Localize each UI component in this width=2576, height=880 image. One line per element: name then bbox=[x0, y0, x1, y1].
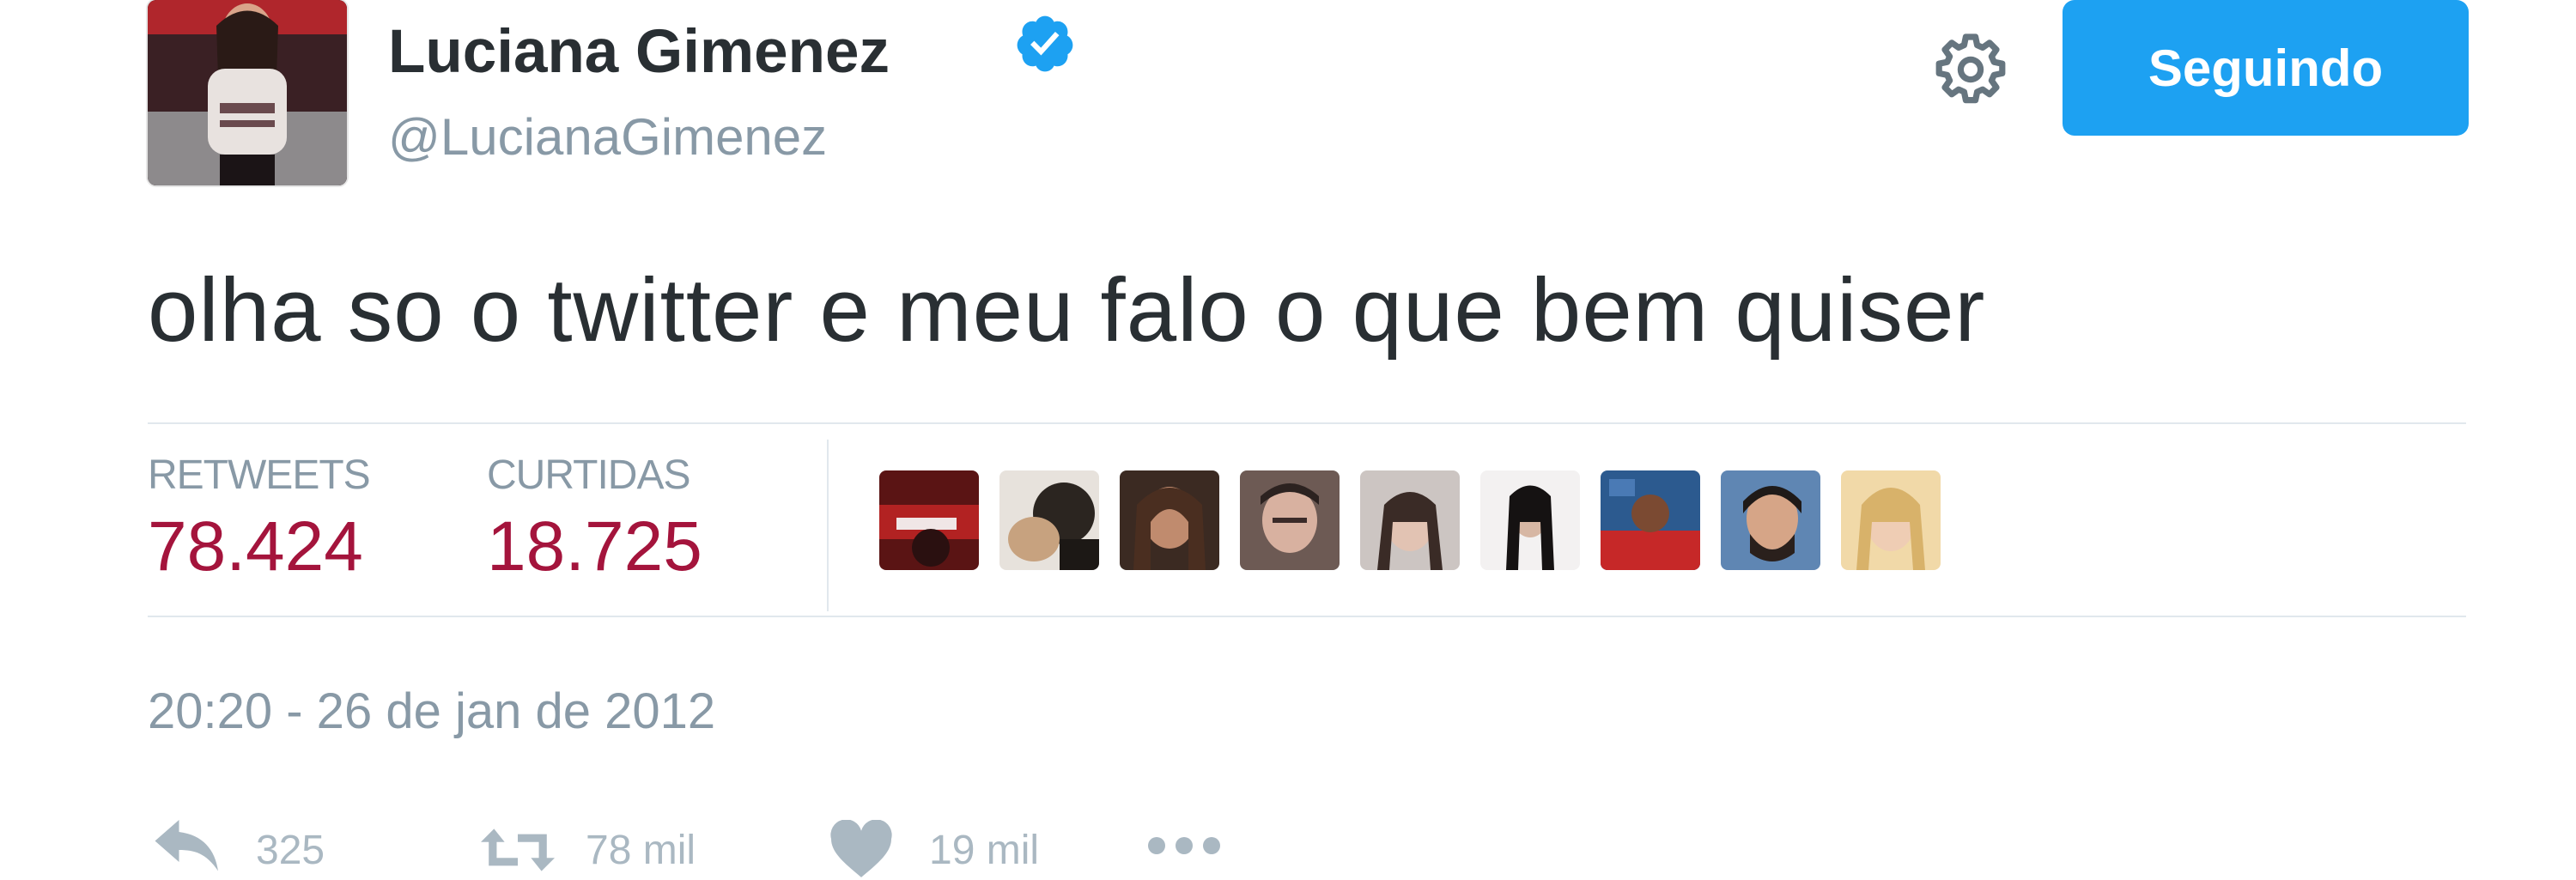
reply-action[interactable]: 325 bbox=[151, 820, 325, 880]
avatar-image bbox=[148, 0, 347, 185]
retweets-label[interactable]: RETWEETS bbox=[148, 452, 371, 499]
divider-top bbox=[148, 422, 2466, 424]
profile-avatar[interactable] bbox=[148, 0, 347, 185]
liker-avatar-7[interactable] bbox=[1601, 470, 1700, 570]
reply-count: 325 bbox=[256, 827, 325, 873]
divider-bottom bbox=[148, 616, 2466, 617]
user-handle[interactable]: @LucianaGimenez bbox=[388, 107, 827, 167]
tweet-timestamp[interactable]: 20:20 - 26 de jan de 2012 bbox=[148, 683, 715, 740]
liker-avatar-3[interactable] bbox=[1120, 470, 1219, 570]
liker-avatar-6[interactable] bbox=[1480, 470, 1580, 570]
liker-avatar-8[interactable] bbox=[1721, 470, 1820, 570]
more-dot bbox=[1176, 837, 1193, 854]
stats-divider bbox=[827, 440, 829, 611]
likes-label[interactable]: CURTIDAS bbox=[487, 452, 690, 499]
liker-avatar-5[interactable] bbox=[1360, 470, 1460, 570]
liker-avatar-9[interactable] bbox=[1841, 470, 1941, 570]
more-dot bbox=[1203, 837, 1220, 854]
more-dot bbox=[1148, 837, 1165, 854]
likes-count[interactable]: 18.725 bbox=[487, 507, 702, 587]
liker-avatar-1[interactable] bbox=[879, 470, 979, 570]
heart-icon bbox=[830, 820, 892, 877]
retweet-icon bbox=[481, 828, 555, 871]
gear-icon[interactable] bbox=[1929, 28, 2012, 111]
liker-avatars bbox=[879, 470, 1941, 570]
liker-avatar-2[interactable] bbox=[999, 470, 1099, 570]
reply-icon bbox=[155, 820, 218, 871]
like-count: 19 mil bbox=[929, 827, 1040, 873]
display-name[interactable]: Luciana Gimenez bbox=[388, 17, 890, 87]
retweet-count: 78 mil bbox=[586, 827, 696, 873]
retweets-count[interactable]: 78.424 bbox=[148, 507, 363, 587]
more-dots-icon[interactable] bbox=[1148, 837, 1220, 854]
retweet-action[interactable]: 78 mil bbox=[481, 820, 696, 880]
verified-badge-icon bbox=[1017, 15, 1073, 72]
tweet-text: olha so o twitter e meu falo o que bem q… bbox=[148, 260, 1986, 361]
liker-avatar-4[interactable] bbox=[1240, 470, 1340, 570]
like-action[interactable]: 19 mil bbox=[824, 820, 1039, 880]
following-button[interactable]: Seguindo bbox=[2063, 0, 2469, 136]
